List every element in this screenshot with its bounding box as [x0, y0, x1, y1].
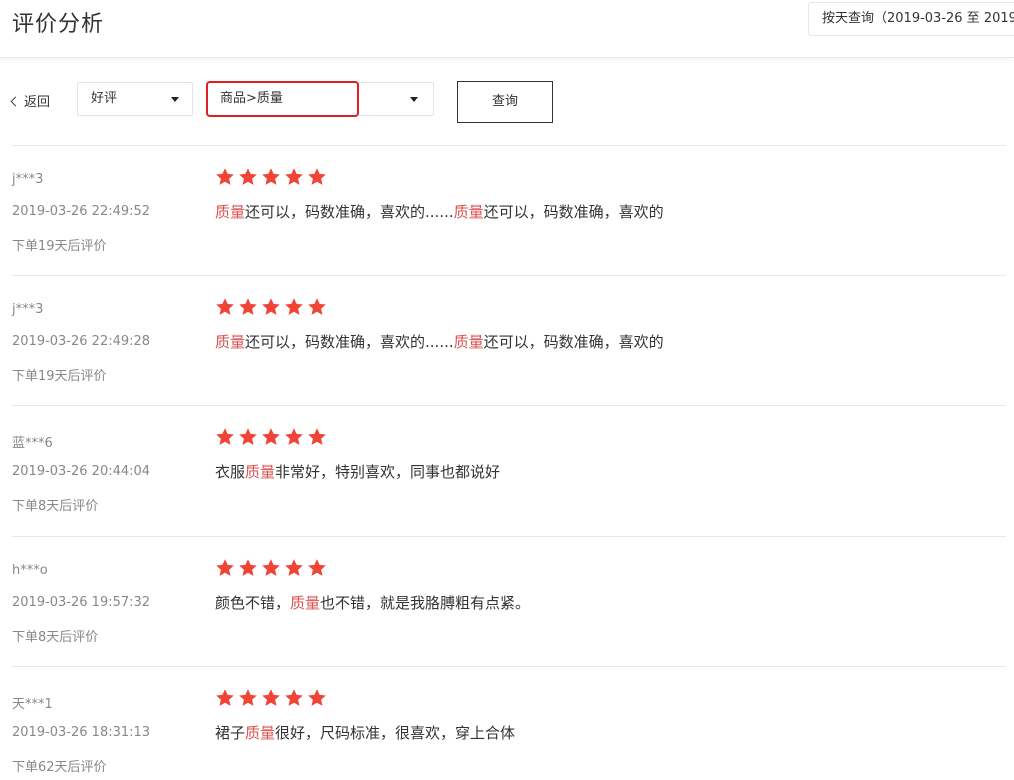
review-text-segment: 很好，尺码标准，很喜欢，穿上合体: [275, 724, 516, 742]
reviewer-name: j***3: [12, 302, 44, 317]
star-icon: [239, 689, 257, 706]
category-select[interactable]: 商品>质量: [206, 82, 434, 116]
review-item: h***o 2019-03-26 19:57:32 下单8天后评价 颜色不错，质量也不…: [0, 536, 1014, 666]
star-icon: [285, 689, 303, 706]
star-icon: [239, 298, 257, 315]
page-title: 评价分析: [12, 12, 105, 37]
keyword-highlight: 质量: [290, 594, 321, 612]
chevron-left-icon: [10, 96, 21, 106]
divider: [12, 536, 1006, 537]
page-header: 评价分析 按天查询（2019-03-26 至 2019-03-26）: [0, 0, 1014, 58]
star-icon: [262, 689, 280, 706]
divider: [12, 145, 1006, 146]
keyword-highlight: 质量: [453, 333, 484, 351]
back-link[interactable]: 返回: [10, 91, 51, 110]
review-timestamp: 2019-03-26 22:49:52: [12, 204, 151, 219]
star-icon: [262, 428, 280, 445]
reviewer-name: 蓝***6: [12, 436, 53, 451]
star-icon: [216, 298, 234, 315]
star-icon: [285, 168, 303, 185]
review-delay-label: 下单8天后评价: [12, 630, 99, 645]
divider: [12, 405, 1006, 406]
star-icon: [216, 559, 234, 576]
review-item: 天***1 2019-03-26 18:31:13 下单62天后评价 裙子质量很好，尺…: [0, 666, 1014, 780]
review-timestamp: 2019-03-26 18:31:13: [12, 725, 151, 740]
divider: [12, 275, 1006, 276]
review-text-segment: 还可以，码数准确，喜欢的......: [245, 333, 454, 351]
star-icon: [216, 168, 234, 185]
star-icon: [308, 428, 326, 445]
star-icon: [285, 298, 303, 315]
star-icon: [285, 559, 303, 576]
review-text-segment: 裙子: [215, 724, 246, 742]
review-text: 质量还可以，码数准确，喜欢的......质量还可以，码数准确，喜欢的: [215, 201, 664, 222]
star-icon: [308, 168, 326, 185]
review-text-segment: 还可以，码数准确，喜欢的: [483, 203, 664, 221]
keyword-highlight: 质量: [453, 203, 484, 221]
review-text-segment: 还可以，码数准确，喜欢的: [483, 333, 664, 351]
rating-select-value: 好评: [91, 91, 118, 106]
star-icon: [239, 428, 257, 445]
star-icon: [262, 298, 280, 315]
keyword-highlight: 质量: [245, 724, 276, 742]
star-icon: [262, 559, 280, 576]
star-rating: [215, 558, 327, 578]
star-rating: [215, 167, 327, 187]
date-range-selector[interactable]: 按天查询（2019-03-26 至 2019-03-26）: [808, 2, 1014, 36]
review-item: j***3 2019-03-26 22:49:28 下单19天后评价 质量还可以，码数…: [0, 275, 1014, 405]
back-label: 返回: [24, 95, 51, 110]
review-text: 衣服质量非常好，特别喜欢，同事也都说好: [215, 461, 500, 482]
review-text-segment: 衣服: [215, 463, 246, 481]
star-rating: [215, 688, 327, 708]
review-timestamp: 2019-03-26 19:57:32: [12, 595, 151, 610]
review-text: 颜色不错，质量也不错，就是我胳膊粗有点紧。: [215, 592, 530, 613]
review-text-segment: 颜色不错，: [215, 594, 291, 612]
keyword-highlight: 质量: [215, 203, 246, 221]
review-analysis-page: 评价分析 按天查询（2019-03-26 至 2019-03-26） 返回 好评…: [0, 0, 1014, 780]
reviewer-name: h***o: [12, 563, 48, 578]
star-icon: [262, 168, 280, 185]
caret-down-icon: [410, 97, 418, 102]
review-text-segment: 非常好，特别喜欢，同事也都说好: [275, 463, 501, 481]
star-icon: [285, 428, 303, 445]
review-delay-label: 下单8天后评价: [12, 499, 99, 514]
review-delay-label: 下单62天后评价: [12, 760, 107, 775]
rating-select[interactable]: 好评: [77, 82, 193, 116]
star-icon: [308, 298, 326, 315]
divider: [12, 666, 1006, 667]
star-icon: [239, 168, 257, 185]
review-delay-label: 下单19天后评价: [12, 369, 107, 384]
review-item: 蓝***6 2019-03-26 20:44:04 下单8天后评价 衣服质量非常好，特…: [0, 405, 1014, 535]
reviewer-name: j***3: [12, 172, 44, 187]
review-text-segment: 还可以，码数准确，喜欢的......: [245, 203, 454, 221]
reviewer-name: 天***1: [12, 697, 53, 712]
review-text-segment: 也不错，就是我胳膊粗有点紧。: [320, 594, 531, 612]
caret-down-icon: [171, 97, 179, 102]
category-select-value: 商品>质量: [220, 91, 283, 106]
keyword-highlight: 质量: [245, 463, 276, 481]
star-rating: [215, 297, 327, 317]
star-icon: [308, 559, 326, 576]
star-rating: [215, 427, 327, 447]
star-icon: [216, 428, 234, 445]
review-delay-label: 下单19天后评价: [12, 239, 107, 254]
review-text: 裙子质量很好，尺码标准，很喜欢，穿上合体: [215, 722, 515, 743]
star-icon: [216, 689, 234, 706]
review-item: j***3 2019-03-26 22:49:52 下单19天后评价 质量还可以，码数…: [0, 145, 1014, 275]
review-timestamp: 2019-03-26 22:49:28: [12, 334, 151, 349]
star-icon: [239, 559, 257, 576]
star-icon: [308, 689, 326, 706]
review-timestamp: 2019-03-26 20:44:04: [12, 464, 151, 479]
review-text: 质量还可以，码数准确，喜欢的......质量还可以，码数准确，喜欢的: [215, 331, 664, 352]
query-button[interactable]: 查询: [457, 81, 553, 123]
keyword-highlight: 质量: [215, 333, 246, 351]
